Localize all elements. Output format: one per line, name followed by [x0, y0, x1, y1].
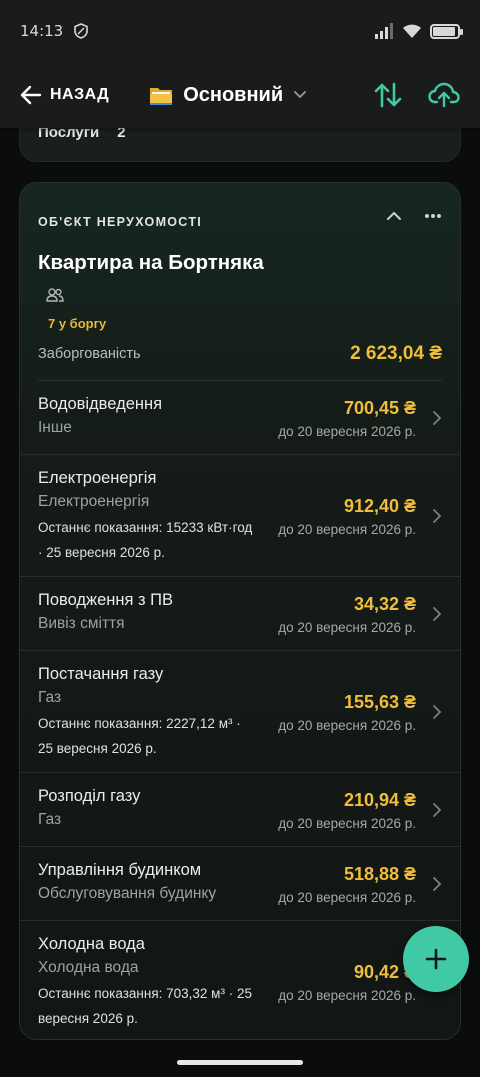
- utility-amount: 912,40 ₴: [343, 496, 416, 516]
- utility-amount: 700,45 ₴: [343, 398, 416, 418]
- utility-due-date: до 20 вересня 2026 р.: [278, 718, 416, 733]
- utility-item-info: Холодна вода Холодна вода Останнє показанн…: [38, 935, 278, 1031]
- utility-due-date: до 20 вересня 2026 р.: [278, 816, 416, 831]
- chevron-right-icon: [433, 803, 442, 817]
- battery-icon: [430, 23, 463, 39]
- cloud-upload-icon[interactable]: [428, 82, 460, 108]
- utility-last-reading: Останнє показання: 15233 кВт·год · 25 ве…: [38, 520, 253, 560]
- utility-due-date: до 20 вересня 2026 р.: [278, 620, 416, 635]
- section-label: ОБ'ЄКТ НЕРУХОМОСТІ: [38, 215, 203, 229]
- utility-item-amounts: 700,45 ₴ до 20 вересня 2026 р.: [278, 395, 442, 439]
- chevron-right-icon: [433, 509, 442, 523]
- wifi-icon: [403, 24, 421, 38]
- utility-amount: 90,42 ₴: [353, 962, 416, 982]
- utility-name: Поводження з ПВ: [38, 591, 174, 609]
- utility-category: Інше: [38, 419, 72, 436]
- utility-item[interactable]: Поводження з ПВ Вивіз сміття 34,32 ₴ до 20 …: [20, 577, 460, 651]
- utility-item[interactable]: Постачання газу Газ Останнє показання: 222…: [20, 651, 460, 773]
- utility-item[interactable]: Холодна вода Холодна вода Останнє показанн…: [20, 921, 460, 1039]
- budget-selector[interactable]: Основний: [149, 84, 307, 107]
- utility-name: Розподіл газу: [38, 787, 141, 805]
- utility-category: Обслуговування будинку: [38, 885, 217, 902]
- utility-item[interactable]: Управління будинком Обслуговування будинк…: [20, 847, 460, 921]
- utility-name: Управління будинком: [38, 861, 202, 879]
- utility-category: Вивіз сміття: [38, 615, 125, 632]
- debt-label: Заборгованість: [38, 346, 141, 362]
- chevron-right-icon: [433, 607, 442, 621]
- utility-last-reading: Останнє показання: 2227,12 м³ · 25 верес…: [38, 716, 241, 756]
- status-bar: 14:13: [0, 0, 480, 62]
- utility-name: Постачання газу: [38, 665, 164, 683]
- utility-category: Електроенергія: [38, 493, 150, 510]
- chevron-up-icon[interactable]: [386, 211, 402, 221]
- utility-item-amounts: 210,94 ₴ до 20 вересня 2026 р.: [278, 787, 442, 831]
- utility-category: Газ: [38, 689, 62, 706]
- signal-icon: [375, 23, 393, 39]
- more-icon[interactable]: [424, 213, 442, 219]
- utility-due-date: до 20 вересня 2026 р.: [278, 522, 416, 537]
- budget-name: Основний: [183, 83, 284, 106]
- back-label: НАЗАД: [50, 86, 110, 103]
- utility-last-reading: Останнє показання: 703,32 м³ · 25 вересн…: [38, 986, 252, 1026]
- utility-amount: 518,88 ₴: [343, 864, 416, 884]
- utility-item-amounts: 518,88 ₴ до 20 вересня 2026 р.: [278, 861, 442, 905]
- sort-icon[interactable]: [374, 82, 402, 108]
- utility-item[interactable]: Водовідведення Інше 700,45 ₴ до 20 вересня …: [20, 381, 460, 455]
- property-card-header: ОБ'ЄКТ НЕРУХОМОСТІ Квартира на Бортняка …: [20, 183, 460, 365]
- app-header: НАЗАД Основний: [0, 62, 480, 128]
- folder-icon: [150, 88, 173, 105]
- utility-item-info: Постачання газу Газ Останнє показання: 222…: [38, 665, 278, 761]
- property-card: ОБ'ЄКТ НЕРУХОМОСТІ Квартира на Бортняка …: [19, 182, 461, 1040]
- plus-icon: [425, 948, 447, 970]
- utility-category: Холодна вода: [38, 959, 139, 976]
- utility-category: Газ: [38, 811, 62, 828]
- utility-item[interactable]: Розподіл газу Газ 210,94 ₴ до 20 вересня 20…: [20, 773, 460, 847]
- utility-item-info: Розподіл газу Газ: [38, 787, 278, 829]
- utility-name: Водовідведення: [38, 395, 163, 413]
- utility-due-date: до 20 вересня 2026 р.: [278, 988, 416, 1003]
- home-indicator[interactable]: [177, 1060, 303, 1065]
- utility-item[interactable]: Електроенергія Електроенергія Останнє пока…: [20, 455, 460, 577]
- battery-level: [433, 26, 455, 36]
- chevron-right-icon: [433, 705, 442, 719]
- property-title: Квартира на Бортняка: [38, 251, 264, 274]
- utility-item-info: Поводження з ПВ Вивіз сміття: [38, 591, 278, 633]
- utility-amount: 34,32 ₴: [353, 594, 416, 614]
- utility-amount: 155,63 ₴: [343, 692, 416, 712]
- services-label: Послуги: [38, 124, 100, 141]
- utility-item-amounts: 912,40 ₴ до 20 вересня 2026 р.: [278, 493, 442, 537]
- people-icon: [46, 288, 64, 302]
- utility-name: Холодна вода: [38, 935, 145, 953]
- utility-amount: 210,94 ₴: [343, 790, 416, 810]
- shield-icon: [74, 23, 89, 39]
- utility-item-info: Управління будинком Обслуговування будинк…: [38, 861, 278, 903]
- utility-name: Електроенергія: [38, 469, 157, 487]
- status-time: 14:13: [20, 22, 64, 40]
- utility-item-amounts: 155,63 ₴ до 20 вересня 2026 р.: [278, 689, 442, 733]
- services-count: 2: [117, 124, 126, 141]
- debt-total: 2 623,04 ₴: [350, 343, 442, 364]
- chevron-down-icon: [294, 91, 307, 99]
- debt-count: 7 у боргу: [48, 316, 107, 331]
- arrow-left-icon: [20, 85, 42, 105]
- add-button[interactable]: [403, 926, 469, 992]
- utility-item-amounts: 34,32 ₴ до 20 вересня 2026 р.: [278, 591, 442, 635]
- utility-item-info: Електроенергія Електроенергія Останнє пока…: [38, 469, 278, 565]
- utility-list: Водовідведення Інше 700,45 ₴ до 20 вересня …: [20, 381, 460, 1039]
- back-button[interactable]: НАЗАД: [20, 85, 109, 105]
- utility-item-info: Водовідведення Інше: [38, 395, 278, 437]
- utility-due-date: до 20 вересня 2026 р.: [278, 890, 416, 905]
- chevron-right-icon: [433, 411, 442, 425]
- chevron-right-icon: [433, 877, 442, 891]
- utility-due-date: до 20 вересня 2026 р.: [278, 424, 416, 439]
